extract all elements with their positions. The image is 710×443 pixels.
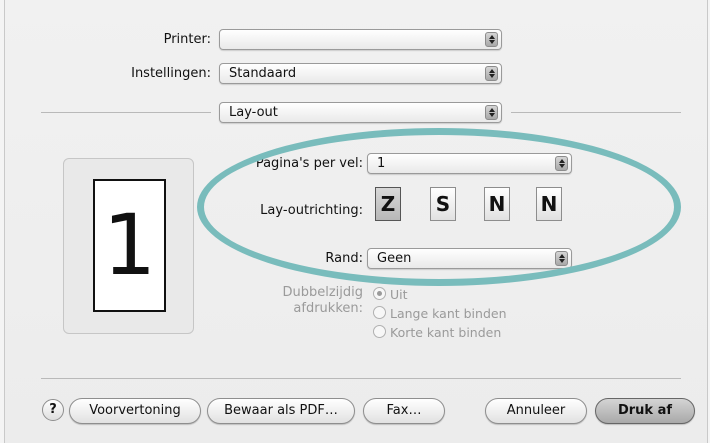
popup-arrows-icon bbox=[485, 66, 498, 81]
border-label: Rand: bbox=[325, 251, 363, 266]
popup-arrows-icon bbox=[485, 105, 498, 120]
fax-button[interactable]: Fax… bbox=[363, 398, 445, 424]
print-dialog: Printer: Instellingen: Standaard Lay-out… bbox=[4, 0, 708, 443]
radio-icon bbox=[373, 306, 386, 319]
n-icon: N bbox=[488, 192, 506, 216]
print-button[interactable]: Druk af bbox=[595, 398, 695, 424]
printer-label: Printer: bbox=[163, 32, 211, 47]
layout-direction-z-button[interactable]: Z bbox=[375, 187, 401, 221]
reverse-z-icon: S bbox=[435, 192, 451, 216]
separator-right bbox=[511, 112, 681, 113]
save-as-pdf-button[interactable]: Bewaar als PDF… bbox=[207, 398, 355, 424]
duplex-label-line1: Dubbelzijdig bbox=[282, 285, 363, 300]
border-value: Geen bbox=[377, 251, 412, 266]
layout-direction-reverse-n-button[interactable]: N bbox=[536, 187, 562, 221]
separator-left bbox=[41, 112, 211, 113]
duplex-option-off[interactable]: Uit bbox=[373, 287, 408, 302]
pages-per-sheet-value: 1 bbox=[377, 156, 386, 171]
pages-per-sheet-popup[interactable]: 1 bbox=[367, 153, 572, 174]
section-value: Lay-out bbox=[229, 105, 278, 120]
settings-label: Instellingen: bbox=[131, 66, 211, 81]
reverse-n-icon: N bbox=[540, 192, 558, 216]
duplex-label-line2: afdrukken: bbox=[293, 301, 363, 316]
border-popup[interactable]: Geen bbox=[367, 248, 572, 269]
help-button[interactable]: ? bbox=[42, 399, 64, 421]
layout-preview: 1 bbox=[63, 158, 194, 334]
section-popup[interactable]: Lay-out bbox=[219, 102, 502, 123]
popup-arrows-icon bbox=[555, 251, 568, 266]
radio-selected-icon bbox=[373, 287, 386, 300]
layout-direction-reverse-z-button[interactable]: S bbox=[430, 187, 456, 221]
pages-per-sheet-label: Pagina's per vel: bbox=[255, 156, 363, 171]
printer-popup[interactable] bbox=[219, 29, 502, 50]
duplex-option-label: Korte kant binden bbox=[390, 325, 502, 340]
duplex-option-short-edge[interactable]: Korte kant binden bbox=[373, 325, 501, 340]
settings-value: Standaard bbox=[229, 66, 297, 81]
popup-arrows-icon bbox=[555, 156, 568, 171]
settings-popup[interactable]: Standaard bbox=[219, 63, 502, 84]
layout-direction-label: Lay-outrichting: bbox=[260, 203, 363, 218]
cancel-button[interactable]: Annuleer bbox=[485, 398, 587, 424]
radio-icon bbox=[373, 325, 386, 338]
bottom-separator bbox=[41, 378, 681, 379]
popup-arrows-icon bbox=[485, 32, 498, 47]
layout-direction-n-button[interactable]: N bbox=[484, 187, 510, 221]
duplex-option-label: Uit bbox=[390, 287, 408, 302]
duplex-option-label: Lange kant binden bbox=[390, 306, 507, 321]
preview-button[interactable]: Voorvertoning bbox=[69, 398, 201, 424]
duplex-option-long-edge[interactable]: Lange kant binden bbox=[373, 306, 507, 321]
preview-page: 1 bbox=[93, 179, 166, 312]
z-icon: Z bbox=[380, 192, 396, 216]
